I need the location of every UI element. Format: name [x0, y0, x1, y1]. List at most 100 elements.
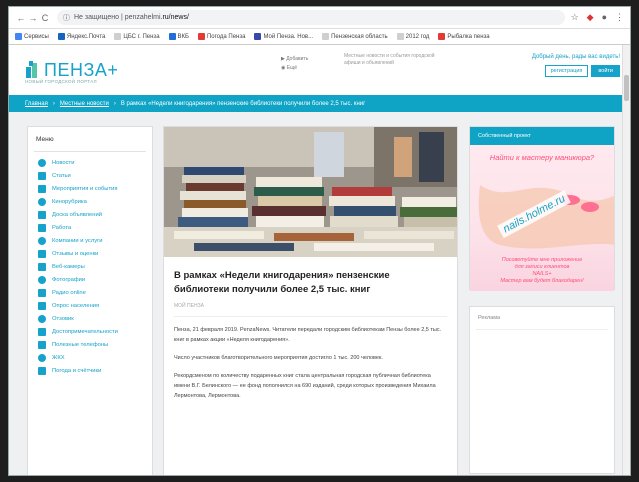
- login-button[interactable]: войти: [591, 65, 620, 77]
- sidebar-item[interactable]: Веб-камеры: [28, 260, 152, 273]
- sidebar-item[interactable]: ЖКХ: [28, 351, 152, 364]
- article-title: В рамках «Недели книгодарения» пензенски…: [174, 270, 390, 295]
- bookmark-item[interactable]: Мой Пенза. Нов...: [254, 33, 313, 40]
- sidebar-item-label: Отзовик: [52, 315, 74, 322]
- bookmark-icon: [438, 33, 446, 40]
- sidebar-divider: [34, 151, 146, 152]
- scrollbar-thumb[interactable]: [624, 75, 629, 101]
- forward-icon[interactable]: →: [27, 13, 39, 23]
- promo-banner[interactable]: Найти к мастеру маникюра? nails.holme.ru…: [470, 145, 614, 291]
- bookmark-icon: [396, 33, 404, 40]
- sidebar-item[interactable]: Отзывы и оценки: [28, 247, 152, 260]
- bookmark-item[interactable]: ЦБС г. Пенза: [114, 33, 160, 40]
- header-links: ▶ Добавить ◉ Ещё: [281, 55, 308, 73]
- bookmark-item[interactable]: Рыбалка пенза: [438, 33, 490, 40]
- browser-window: ← → C ⓘ Не защищено | penzahelmi .ru/new…: [8, 6, 631, 476]
- welcome-text: Добрый день, рады вас видеть!: [531, 54, 620, 60]
- breadcrumb-section[interactable]: Местные новости: [60, 101, 109, 107]
- webcam-icon: [38, 262, 46, 271]
- sidebar-item-label: Компании и услуги: [52, 237, 103, 244]
- weather-icon: [38, 366, 46, 375]
- bookmark-label: Погода Пенза: [206, 33, 246, 40]
- bookmark-item[interactable]: 2012 год: [396, 33, 429, 40]
- bookmark-icon: [57, 33, 65, 40]
- back-icon[interactable]: ←: [15, 13, 27, 23]
- url-path: .ru/news/: [160, 14, 189, 21]
- bookmark-item[interactable]: Яндекс.Почта: [57, 33, 105, 40]
- sidebar-item[interactable]: Погода и счётчики: [28, 364, 152, 377]
- sidebar-menu: Меню Новости Статьи Мероприятия и события К…: [27, 126, 153, 475]
- url-field[interactable]: ⓘ Не защищено | penzahelmi .ru/news/: [57, 10, 565, 25]
- bookmark-item[interactable]: ВКБ: [168, 33, 189, 40]
- bookmark-label: Пензенская область: [331, 33, 388, 40]
- promo-bottom-text: Посоветуйте мне приложение для записи кл…: [500, 257, 584, 284]
- bookmark-label: Рыбалка пенза: [447, 33, 490, 40]
- header-more-link[interactable]: ◉ Ещё: [281, 64, 308, 73]
- right-column: Собственный проект Найти к мастеру маник…: [469, 126, 615, 474]
- bookmark-item[interactable]: Сервисы: [15, 33, 49, 40]
- sidebar-item[interactable]: Кинорубрика: [28, 195, 152, 208]
- article-paragraph: Рекордсменом по количеству подаренных кн…: [174, 373, 436, 399]
- article-photo: [164, 127, 457, 257]
- landmark-icon: [38, 327, 46, 336]
- sidebar-item-label: Погода и счётчики: [52, 367, 102, 374]
- sidebar-item-label: Кинорубрика: [52, 198, 87, 205]
- bookmark-item[interactable]: Погода Пенза: [197, 33, 246, 40]
- site-logo[interactable]: ПЕНЗА+: [25, 60, 118, 81]
- tag-icon: [38, 210, 46, 219]
- article-paragraph: Число участников благотворительного меро…: [174, 355, 383, 361]
- bookmark-icon: [254, 33, 262, 40]
- sidebar-item[interactable]: Радио online: [28, 286, 152, 299]
- promo-block[interactable]: Собственный проект Найти к мастеру маник…: [469, 126, 615, 291]
- bookmark-icon: [168, 33, 176, 40]
- sidebar-item-label: Опрос населения: [52, 302, 100, 309]
- building-icon: [38, 236, 46, 245]
- promo-title: Собственный проект: [470, 127, 614, 145]
- bookmarks-bar: Сервисы Яндекс.Почта ЦБС г. Пенза ВКБ Погода…: [9, 29, 630, 45]
- sidebar-title: Меню: [36, 136, 54, 143]
- bookmark-label: ВКБ: [177, 33, 189, 40]
- sidebar-item[interactable]: Опрос населения: [28, 299, 152, 312]
- sidebar-item[interactable]: Статьи: [28, 169, 152, 182]
- star-bookmark-icon[interactable]: ☆: [571, 12, 579, 23]
- address-bar-row: ← → C ⓘ Не защищено | penzahelmi .ru/new…: [9, 7, 630, 29]
- sidebar-item[interactable]: Мероприятия и события: [28, 182, 152, 195]
- sidebar-item[interactable]: Работа: [28, 221, 152, 234]
- sidebar-item-label: Статьи: [52, 172, 71, 179]
- document-icon: [38, 171, 46, 180]
- sidebar-item[interactable]: Новости: [28, 156, 152, 169]
- sidebar-item[interactable]: Отзовик: [28, 312, 152, 325]
- article-divider: [174, 316, 447, 317]
- page-content: Меню Новости Статьи Мероприятия и события К…: [9, 112, 630, 475]
- breadcrumb-separator: ›: [113, 100, 116, 107]
- bookmark-label: Сервисы: [24, 33, 49, 40]
- breadcrumb-home[interactable]: Главная: [25, 101, 48, 107]
- bookmark-icon: [15, 33, 22, 40]
- site-header: ПЕНЗА+ НОВЫЙ ГОРОДСКОЙ ПОРТАЛ ▶ Добавить…: [9, 45, 630, 95]
- sidebar-item-label: Достопримечательности: [52, 328, 118, 335]
- sidebar-item[interactable]: Компании и услуги: [28, 234, 152, 247]
- bookmark-label: Мой Пенза. Нов...: [263, 33, 314, 40]
- extension-icon[interactable]: ◆: [587, 12, 594, 23]
- sidebar-item[interactable]: Доска объявлений: [28, 208, 152, 221]
- page-scrollbar[interactable]: [622, 45, 630, 475]
- header-add-link[interactable]: ▶ Добавить: [281, 55, 308, 64]
- breadcrumb-separator: ›: [52, 100, 55, 107]
- sidebar-item-label: Фотографии: [52, 276, 86, 283]
- briefcase-icon: [38, 223, 46, 232]
- radio-icon: [38, 288, 46, 297]
- bookmark-item[interactable]: Пензенская область: [322, 33, 388, 40]
- menu-icon[interactable]: ⋮: [615, 12, 624, 23]
- sidebar-item[interactable]: Полезные телефоны: [28, 338, 152, 351]
- sidebar-item-label: ЖКХ: [52, 354, 65, 361]
- breadcrumb-current: В рамках «Недели книгодарения» пензенски…: [120, 100, 366, 107]
- logo-subtitle: НОВЫЙ ГОРОДСКОЙ ПОРТАЛ: [25, 79, 97, 84]
- sidebar-item[interactable]: Фотографии: [28, 273, 152, 286]
- sidebar-item-label: Веб-камеры: [52, 263, 85, 270]
- reload-icon[interactable]: C: [39, 13, 51, 23]
- header-description: Местные новости и события городской афиш…: [344, 53, 435, 66]
- ad-title: Реклама: [478, 315, 501, 321]
- register-button[interactable]: регистрация: [544, 65, 589, 77]
- sidebar-item[interactable]: Достопримечательности: [28, 325, 152, 338]
- profile-icon[interactable]: ●: [602, 12, 607, 23]
